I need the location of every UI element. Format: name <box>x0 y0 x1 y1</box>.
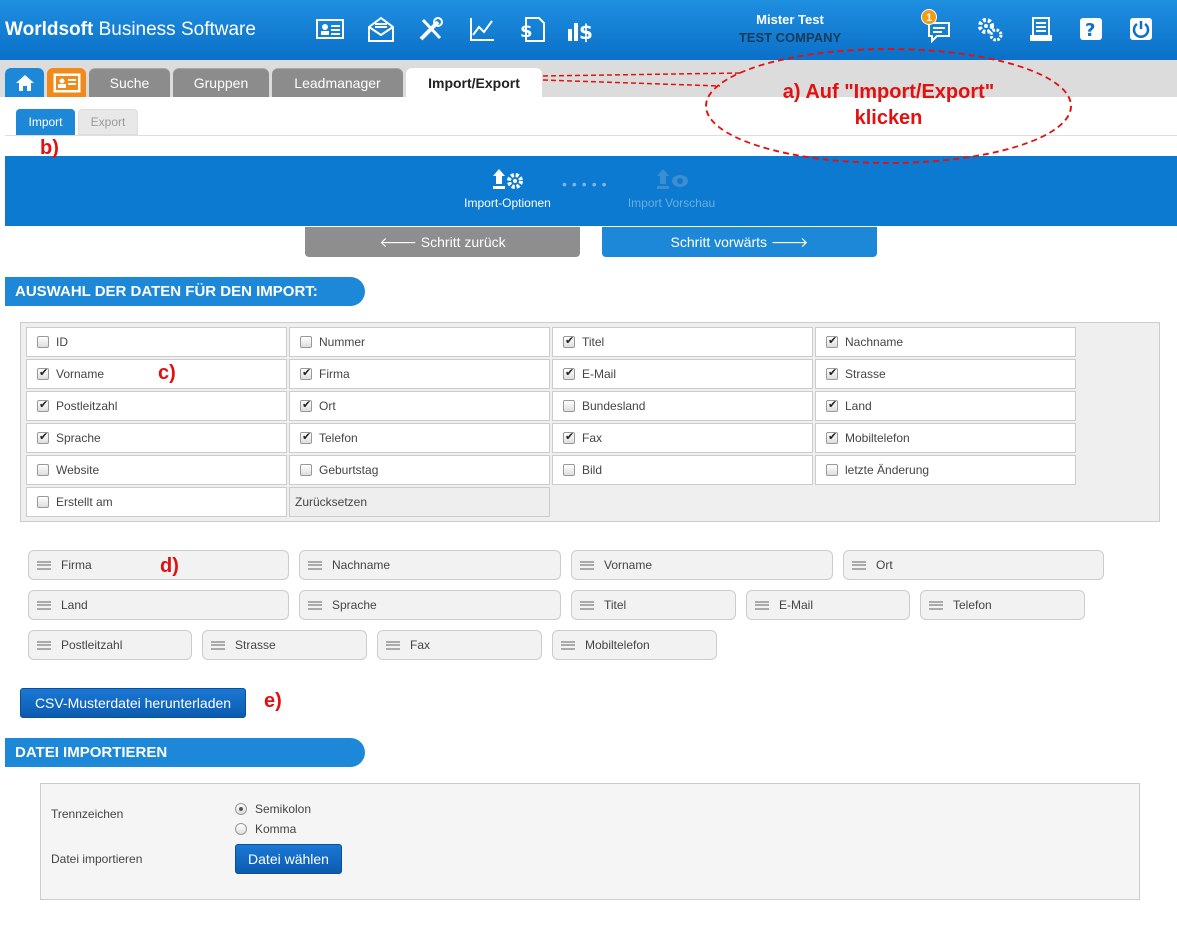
annotation-e: e) <box>264 690 282 712</box>
annotation-b: b) <box>40 137 59 159</box>
annotation-a: a) Auf "Import/Export" klicken <box>782 81 995 129</box>
annotation-c: c) <box>158 362 176 384</box>
annotation-d: d) <box>160 555 179 577</box>
